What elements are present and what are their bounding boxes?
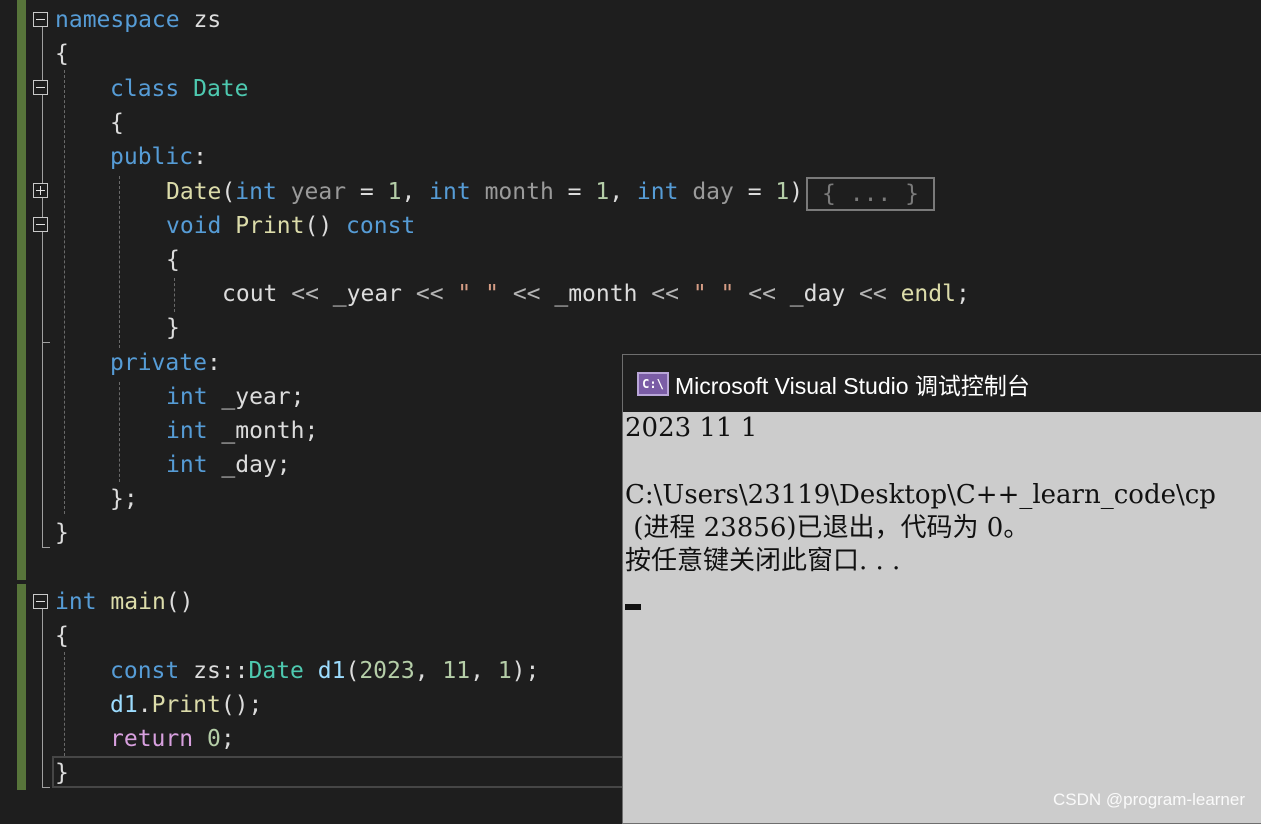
console-title: Microsoft Visual Studio 调试控制台	[675, 372, 1030, 399]
fold-end	[42, 342, 50, 343]
indent-guide	[174, 278, 175, 312]
code-line[interactable]: cout << _year << " " << _month << " " <<…	[222, 277, 970, 311]
indent-guide	[64, 70, 65, 514]
expand-constructor-icon[interactable]	[33, 183, 48, 198]
change-marker	[17, 0, 26, 580]
fold-end	[42, 787, 50, 788]
code-line[interactable]: namespace zs	[55, 3, 221, 37]
console-icon: C:\	[637, 371, 669, 396]
indent-guide	[64, 652, 65, 756]
code-line[interactable]: }	[55, 756, 69, 790]
code-line[interactable]: class Date	[110, 72, 249, 106]
indent-guide	[119, 382, 120, 482]
console-output-line: 按任意键关闭此窗口. . .	[625, 546, 901, 576]
current-line-highlight	[52, 756, 627, 788]
console-titlebar[interactable]: C:\ Microsoft Visual Studio 调试控制台	[623, 355, 1261, 412]
code-line[interactable]: Date(int year = 1, int month = 1, int da…	[166, 175, 803, 209]
console-output-line: 2023 11 1	[625, 413, 758, 443]
code-line[interactable]: d1.Print();	[110, 688, 262, 722]
code-line[interactable]: return 0;	[110, 722, 235, 756]
fold-line	[42, 609, 43, 787]
code-line[interactable]: private:	[110, 346, 221, 380]
code-line[interactable]: int _year;	[166, 380, 305, 414]
code-line[interactable]: int _day;	[166, 448, 291, 482]
collapse-main-icon[interactable]	[33, 594, 48, 609]
code-line[interactable]: }	[55, 516, 69, 550]
watermark: CSDN @program-learner	[1052, 790, 1245, 809]
code-line[interactable]: int main()	[55, 585, 194, 619]
code-line[interactable]: {	[166, 243, 180, 277]
code-line[interactable]: {	[55, 37, 69, 71]
debug-console-window[interactable]: C:\ Microsoft Visual Studio 调试控制台 2023 1…	[622, 354, 1261, 824]
collapse-namespace-icon[interactable]	[33, 12, 48, 27]
code-line[interactable]: const zs::Date d1(2023, 11, 1);	[110, 654, 539, 688]
console-cursor	[625, 604, 641, 610]
console-output-line: (进程 23856)已退出，代码为 0。	[625, 513, 1030, 543]
console-output-line: C:\Users\23119\Desktop\C++_learn_code\cp	[625, 480, 1216, 510]
code-line[interactable]: {	[55, 619, 69, 653]
collapsed-block[interactable]: { ... }	[806, 177, 935, 211]
code-line[interactable]: };	[110, 482, 138, 516]
code-line[interactable]: void Print() const	[166, 209, 415, 243]
fold-line	[42, 27, 43, 547]
code-line[interactable]: {	[110, 106, 124, 140]
change-marker	[17, 584, 26, 790]
code-line[interactable]: public:	[110, 140, 207, 174]
collapse-class-icon[interactable]	[33, 80, 48, 95]
code-line[interactable]: }	[166, 311, 180, 345]
indent-guide	[119, 176, 120, 348]
code-line[interactable]: int _month;	[166, 414, 318, 448]
collapse-print-icon[interactable]	[33, 217, 48, 232]
fold-end	[42, 547, 50, 548]
